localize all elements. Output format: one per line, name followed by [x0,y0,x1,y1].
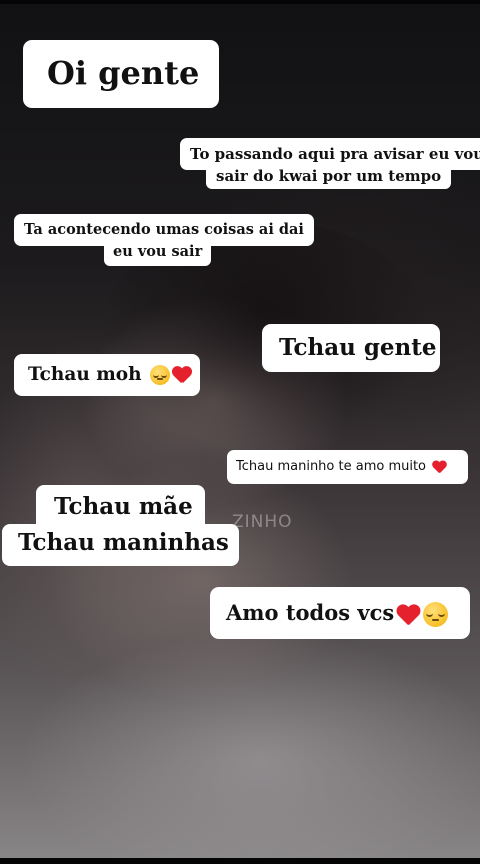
caption-tchau-gente: Tchau gente [262,324,440,372]
caption-amo-todos: Amo todos vcs [210,587,470,639]
red-heart-icon [172,366,192,384]
caption-amo-todos-text: Amo todos vcs [226,600,395,625]
pensive-face-icon [423,602,449,627]
caption-tchau-maninho-text: Tchau maninho te amo muito [236,459,427,474]
watermark: ZINHO [232,512,293,532]
caption-tchau-moh: Tchau moh [14,354,200,396]
story-viewer: ZINHO Oi gente To passando aqui pra avis… [0,0,480,864]
red-heart-icon [432,460,447,473]
caption-tchau-maninho: Tchau maninho te amo muito [227,450,468,484]
caption-acontecendo-line2: eu vou sair [104,240,212,266]
caption-passando-line2: sair do kwai por um tempo [206,163,452,189]
bottom-edge [0,858,480,864]
red-heart-icon [396,604,421,626]
caption-tchau-mae: Tchau mãe [36,485,205,529]
caption-tchau-maninhas: Tchau maninhas [2,524,239,566]
pensive-face-icon [150,365,171,385]
top-edge [0,0,480,4]
caption-title: Oi gente [23,40,219,108]
caption-tchau-moh-text: Tchau moh [28,364,142,385]
